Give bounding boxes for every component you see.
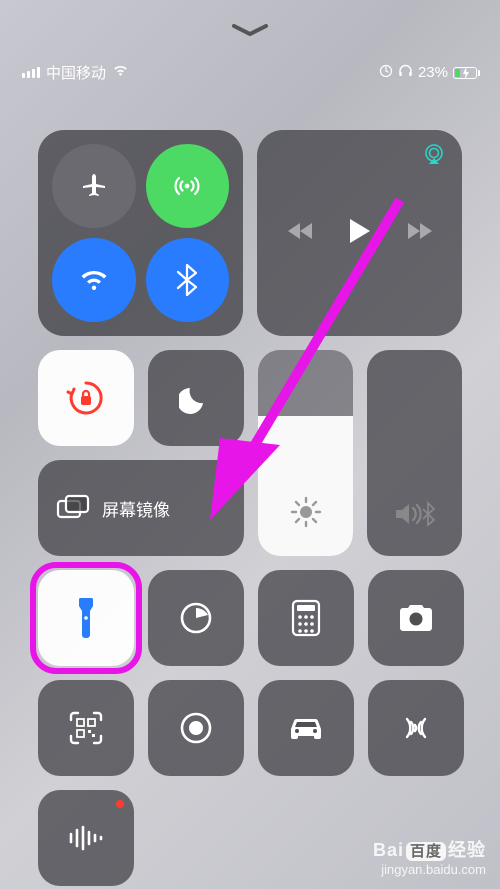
battery-percent: 23% (418, 64, 448, 81)
nfc-button[interactable] (368, 680, 464, 776)
nfc-icon (397, 709, 435, 747)
screen-record-button[interactable] (148, 680, 244, 776)
orientation-lock-icon (65, 377, 107, 419)
qr-scan-button[interactable] (38, 680, 134, 776)
flashlight-icon (74, 596, 98, 640)
camera-icon (396, 602, 436, 634)
bluetooth-icon (176, 263, 198, 297)
camera-button[interactable] (368, 570, 464, 666)
carrier-label: 中国移动 (46, 62, 106, 83)
headphones-icon (398, 64, 413, 82)
airplane-icon (77, 169, 111, 203)
orientation-status-icon (379, 64, 393, 82)
moon-icon (179, 381, 213, 415)
car-icon (285, 715, 327, 741)
car-button[interactable] (258, 680, 354, 776)
chevron-down-icon[interactable] (230, 22, 270, 43)
media-tile[interactable] (257, 130, 462, 336)
bluetooth-button[interactable] (146, 238, 230, 322)
calculator-icon (291, 599, 321, 637)
battery-icon (453, 67, 470, 79)
calculator-button[interactable] (258, 570, 354, 666)
brightness-slider[interactable] (258, 350, 353, 556)
do-not-disturb-button[interactable] (148, 350, 244, 446)
screen-mirroring-button[interactable]: 屏幕镜像 (38, 460, 244, 556)
screen-mirroring-label: 屏幕镜像 (102, 496, 170, 521)
recording-indicator-icon (116, 800, 124, 808)
wifi-status-icon (112, 64, 129, 81)
annotation-highlight (30, 562, 142, 674)
previous-track-button[interactable] (288, 221, 314, 246)
flashlight-button[interactable] (38, 570, 134, 666)
status-bar: 中国移动 23% (0, 62, 500, 83)
screen-record-icon (177, 709, 215, 747)
orientation-lock-button[interactable] (38, 350, 134, 446)
signal-icon (22, 67, 40, 78)
timer-icon (177, 599, 215, 637)
timer-button[interactable] (148, 570, 244, 666)
voice-memo-icon (66, 823, 106, 853)
watermark: Bai百度经验 jingyan.baidu.com (373, 839, 486, 879)
brightness-icon (289, 495, 323, 534)
wifi-button[interactable] (52, 238, 136, 322)
airplane-mode-button[interactable] (52, 144, 136, 228)
connectivity-tile[interactable] (38, 130, 243, 336)
qr-scan-icon (67, 709, 105, 747)
screen-mirroring-icon (56, 494, 90, 522)
airplay-icon[interactable] (422, 144, 446, 171)
voice-memo-button[interactable] (38, 790, 134, 886)
play-button[interactable] (348, 217, 372, 250)
volume-bluetooth-icon (393, 499, 437, 534)
volume-slider[interactable] (367, 350, 462, 556)
cellular-data-icon (168, 167, 206, 205)
wifi-icon (76, 266, 112, 294)
next-track-button[interactable] (406, 221, 432, 246)
cellular-data-button[interactable] (146, 144, 230, 228)
